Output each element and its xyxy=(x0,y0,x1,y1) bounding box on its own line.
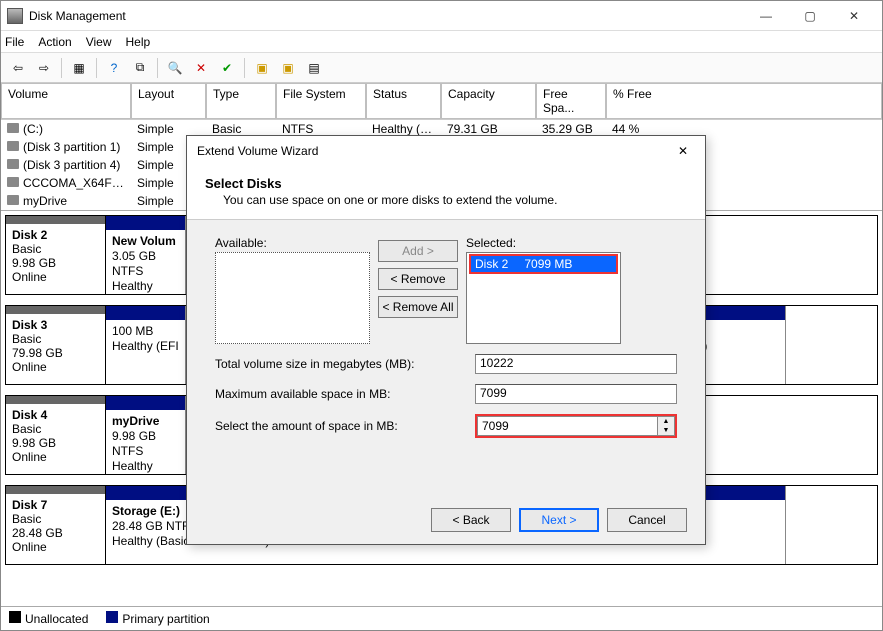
selected-disk-size: 7099 MB xyxy=(524,257,572,271)
amount-label: Select the amount of space in MB: xyxy=(215,419,475,433)
remove-button[interactable]: < Remove xyxy=(378,268,458,290)
delete-icon[interactable]: ✕ xyxy=(190,57,212,79)
menubar: File Action View Help xyxy=(1,31,882,53)
col-layout[interactable]: Layout xyxy=(131,83,206,119)
close-button[interactable]: ✕ xyxy=(832,2,876,30)
app-icon xyxy=(7,8,23,24)
window-title: Disk Management xyxy=(29,9,744,23)
dialog-header: Select Disks You can use space on one or… xyxy=(187,166,705,220)
legend: Unallocated Primary partition xyxy=(1,606,882,630)
menu-file[interactable]: File xyxy=(5,35,24,49)
total-size-value: 10222 xyxy=(475,354,677,374)
titlebar: Disk Management — ▢ ✕ xyxy=(1,1,882,31)
max-space-value: 7099 xyxy=(475,384,677,404)
toolbar-sep xyxy=(157,58,158,78)
menu-help[interactable]: Help xyxy=(126,35,151,49)
list-icon[interactable]: ▤ xyxy=(303,57,325,79)
col-status[interactable]: Status xyxy=(366,83,441,119)
dialog-titlebar: Extend Volume Wizard ✕ xyxy=(187,136,705,166)
amount-spinner[interactable]: ▲▼ xyxy=(657,416,675,436)
selected-disk-item[interactable]: Disk 2 7099 MB xyxy=(469,254,618,274)
dialog-body: Available: Add > < Remove < Remove All S… xyxy=(187,220,705,438)
legend-unallocated: Unallocated xyxy=(9,611,88,626)
disk-label[interactable]: Disk 7Basic28.48 GBOnline xyxy=(6,486,106,564)
available-label: Available: xyxy=(215,236,370,250)
back-button[interactable]: < Back xyxy=(431,508,511,532)
dialog-footer: < Back Next > Cancel xyxy=(431,508,687,532)
col-type[interactable]: Type xyxy=(206,83,276,119)
menu-action[interactable]: Action xyxy=(38,35,71,49)
total-size-label: Total volume size in megabytes (MB): xyxy=(215,357,475,371)
forward-icon[interactable]: ⇨ xyxy=(33,57,55,79)
dialog-close-icon[interactable]: ✕ xyxy=(671,139,695,163)
col-fs[interactable]: File System xyxy=(276,83,366,119)
help-icon[interactable]: ? xyxy=(103,57,125,79)
toolbar-sep xyxy=(244,58,245,78)
toolbar-sep xyxy=(61,58,62,78)
available-listbox[interactable] xyxy=(215,252,370,344)
disk-label[interactable]: Disk 3Basic79.98 GBOnline xyxy=(6,306,106,384)
col-free[interactable]: Free Spa... xyxy=(536,83,606,119)
toolbar-sep xyxy=(96,58,97,78)
cancel-button[interactable]: Cancel xyxy=(607,508,687,532)
dialog-title: Extend Volume Wizard xyxy=(197,144,671,158)
selected-disk-name: Disk 2 xyxy=(475,257,508,271)
spin-up-icon[interactable]: ▲ xyxy=(658,417,674,426)
spin-down-icon[interactable]: ▼ xyxy=(658,426,674,435)
dialog-heading: Select Disks xyxy=(205,176,687,191)
volume-table-header: Volume Layout Type File System Status Ca… xyxy=(1,83,882,120)
minimize-button[interactable]: — xyxy=(744,2,788,30)
menu-view[interactable]: View xyxy=(86,35,112,49)
partition[interactable]: New Volum3.05 GB NTFSHealthy (Bas xyxy=(106,216,186,294)
col-capacity[interactable]: Capacity xyxy=(441,83,536,119)
maximize-button[interactable]: ▢ xyxy=(788,2,832,30)
disk-label[interactable]: Disk 4Basic9.98 GBOnline xyxy=(6,396,106,474)
selected-listbox[interactable]: Disk 2 7099 MB xyxy=(466,252,621,344)
disk-label[interactable]: Disk 2Basic9.98 GBOnline xyxy=(6,216,106,294)
folder-icon[interactable]: ▣ xyxy=(277,57,299,79)
window-icon[interactable]: ⧉ xyxy=(129,57,151,79)
max-space-label: Maximum available space in MB: xyxy=(215,387,475,401)
legend-primary: Primary partition xyxy=(106,611,209,626)
remove-all-button[interactable]: < Remove All xyxy=(378,296,458,318)
toolbar: ⇦ ⇨ ▦ ? ⧉ 🔍 ✕ ✔ ▣ ▣ ▤ xyxy=(1,53,882,83)
partition[interactable]: 100 MBHealthy (EFI xyxy=(106,306,186,384)
col-pct[interactable]: % Free xyxy=(606,83,882,119)
add-button[interactable]: Add > xyxy=(378,240,458,262)
selected-label: Selected: xyxy=(466,236,631,250)
amount-input[interactable] xyxy=(477,416,657,436)
col-volume[interactable]: Volume xyxy=(1,83,131,119)
grid-icon[interactable]: ▦ xyxy=(68,57,90,79)
check-icon[interactable]: ✔ xyxy=(216,57,238,79)
add-icon[interactable]: ▣ xyxy=(251,57,273,79)
next-button[interactable]: Next > xyxy=(519,508,599,532)
dialog-subheading: You can use space on one or more disks t… xyxy=(223,193,687,207)
search-icon[interactable]: 🔍 xyxy=(164,57,186,79)
partition[interactable]: myDrive9.98 GB NTFSHealthy (Bas xyxy=(106,396,186,474)
back-icon[interactable]: ⇦ xyxy=(7,57,29,79)
extend-volume-wizard: Extend Volume Wizard ✕ Select Disks You … xyxy=(186,135,706,545)
